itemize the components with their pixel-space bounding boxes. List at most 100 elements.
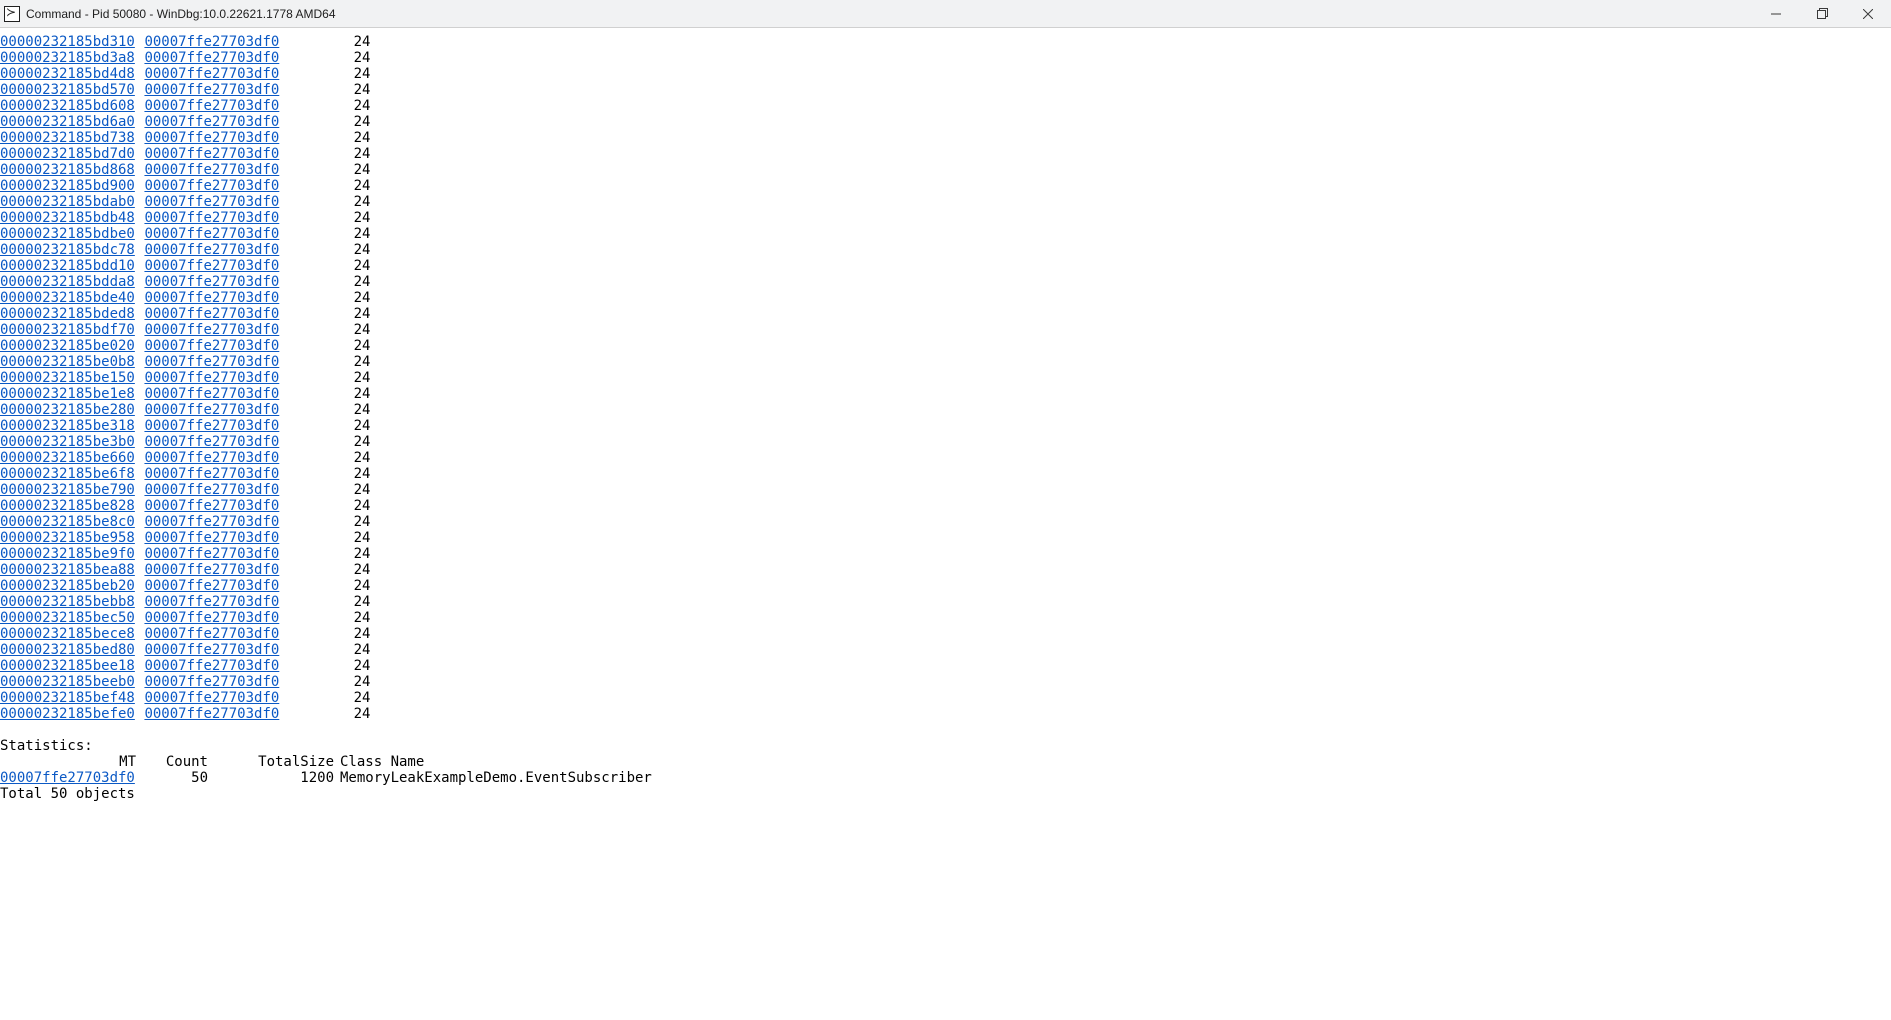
object-address-link[interactable]: 00000232185bd3a8 [0, 50, 136, 66]
object-address-link[interactable]: 00000232185bde40 [0, 290, 136, 306]
object-address-link[interactable]: 00000232185beeb0 [0, 674, 136, 690]
object-address-link[interactable]: 00000232185bdbe0 [0, 226, 136, 242]
close-button[interactable] [1845, 0, 1891, 27]
method-table-link[interactable]: 00007ffe27703df0 [144, 418, 280, 434]
object-address-link[interactable]: 00000232185bdda8 [0, 274, 136, 290]
object-address-link[interactable]: 00000232185be150 [0, 370, 136, 386]
method-table-link[interactable]: 00007ffe27703df0 [144, 402, 280, 418]
object-address-link[interactable]: 00000232185be1e8 [0, 386, 136, 402]
object-address-link[interactable]: 00000232185bd570 [0, 82, 136, 98]
method-table-link[interactable]: 00007ffe27703df0 [144, 130, 280, 146]
object-address-link[interactable]: 00000232185be0b8 [0, 354, 136, 370]
method-table-link[interactable]: 00007ffe27703df0 [144, 338, 280, 354]
method-table-link[interactable]: 00007ffe27703df0 [144, 610, 280, 626]
method-table-link[interactable]: 00007ffe27703df0 [144, 178, 280, 194]
blank-line [0, 722, 1891, 738]
object-address-link[interactable]: 00000232185bd310 [0, 34, 136, 50]
method-table-link[interactable]: 00007ffe27703df0 [144, 34, 280, 50]
object-address-link[interactable]: 00000232185bdab0 [0, 194, 136, 210]
method-table-link[interactable]: 00007ffe27703df0 [144, 98, 280, 114]
method-table-link[interactable]: 00007ffe27703df0 [144, 626, 280, 642]
method-table-link[interactable]: 00007ffe27703df0 [144, 258, 280, 274]
method-table-link[interactable]: 00007ffe27703df0 [144, 322, 280, 338]
object-row: 00000232185bded8 00007ffe27703df024 [0, 306, 1891, 322]
method-table-link[interactable]: 00007ffe27703df0 [144, 530, 280, 546]
object-address-link[interactable]: 00000232185bd738 [0, 130, 136, 146]
object-address-link[interactable]: 00000232185bece8 [0, 626, 136, 642]
maximize-button[interactable] [1799, 0, 1845, 27]
method-table-link[interactable]: 00007ffe27703df0 [144, 370, 280, 386]
object-address-link[interactable]: 00000232185be8c0 [0, 514, 136, 530]
object-size: 24 [280, 610, 370, 626]
method-table-link[interactable]: 00007ffe27703df0 [144, 354, 280, 370]
object-address-link[interactable]: 00000232185bebb8 [0, 594, 136, 610]
object-address-link[interactable]: 00000232185bdd10 [0, 258, 136, 274]
method-table-link[interactable]: 00007ffe27703df0 [144, 242, 280, 258]
method-table-link[interactable]: 00007ffe27703df0 [144, 162, 280, 178]
method-table-link[interactable]: 00007ffe27703df0 [144, 306, 280, 322]
object-address-link[interactable]: 00000232185bd4d8 [0, 66, 136, 82]
object-address-link[interactable]: 00000232185be828 [0, 498, 136, 514]
object-address-link[interactable]: 00000232185bd900 [0, 178, 136, 194]
method-table-link[interactable]: 00007ffe27703df0 [144, 498, 280, 514]
object-address-link[interactable]: 00000232185bd7d0 [0, 146, 136, 162]
object-address-link[interactable]: 00000232185be3b0 [0, 434, 136, 450]
object-address-link[interactable]: 00000232185be660 [0, 450, 136, 466]
method-table-link[interactable]: 00007ffe27703df0 [144, 546, 280, 562]
object-address-link[interactable]: 00000232185bed80 [0, 642, 136, 658]
method-table-link[interactable]: 00007ffe27703df0 [144, 674, 280, 690]
object-address-link[interactable]: 00000232185bdf70 [0, 322, 136, 338]
object-size: 24 [280, 370, 370, 386]
object-address-link[interactable]: 00000232185bee18 [0, 658, 136, 674]
object-address-link[interactable]: 00000232185bd868 [0, 162, 136, 178]
method-table-link[interactable]: 00007ffe27703df0 [144, 210, 280, 226]
method-table-link[interactable]: 00007ffe27703df0 [144, 578, 280, 594]
method-table-link[interactable]: 00007ffe27703df0 [144, 274, 280, 290]
method-table-link[interactable]: 00007ffe27703df0 [144, 450, 280, 466]
object-address-link[interactable]: 00000232185be790 [0, 482, 136, 498]
method-table-link[interactable]: 00007ffe27703df0 [144, 386, 280, 402]
object-address-link[interactable]: 00000232185bec50 [0, 610, 136, 626]
object-address-link[interactable]: 00000232185bea88 [0, 562, 136, 578]
method-table-link[interactable]: 00007ffe27703df0 [144, 226, 280, 242]
object-row: 00000232185be8c0 00007ffe27703df024 [0, 514, 1891, 530]
method-table-link[interactable]: 00007ffe27703df0 [144, 194, 280, 210]
method-table-link[interactable]: 00007ffe27703df0 [144, 146, 280, 162]
object-address-link[interactable]: 00000232185bef48 [0, 690, 136, 706]
method-table-link[interactable]: 00007ffe27703df0 [144, 706, 280, 722]
object-address-link[interactable]: 00000232185bdb48 [0, 210, 136, 226]
method-table-link[interactable]: 00007ffe27703df0 [144, 642, 280, 658]
method-table-link[interactable]: 00007ffe27703df0 [144, 434, 280, 450]
method-table-link[interactable]: 00007ffe27703df0 [144, 690, 280, 706]
method-table-link[interactable]: 00007ffe27703df0 [144, 594, 280, 610]
method-table-link[interactable]: 00007ffe27703df0 [144, 562, 280, 578]
object-address-link[interactable]: 00000232185beb20 [0, 578, 136, 594]
minimize-button[interactable] [1753, 0, 1799, 27]
object-address-link[interactable]: 00000232185be6f8 [0, 466, 136, 482]
command-output[interactable]: 00000232185bd310 00007ffe27703df02400000… [0, 28, 1891, 802]
method-table-link[interactable]: 00007ffe27703df0 [144, 658, 280, 674]
object-address-link[interactable]: 00000232185bdc78 [0, 242, 136, 258]
method-table-link[interactable]: 00007ffe27703df0 [144, 482, 280, 498]
method-table-link[interactable]: 00007ffe27703df0 [144, 514, 280, 530]
object-address-link[interactable]: 00000232185be9f0 [0, 546, 136, 562]
object-address-link[interactable]: 00000232185be020 [0, 338, 136, 354]
method-table-link[interactable]: 00007ffe27703df0 [144, 466, 280, 482]
object-address-link[interactable]: 00000232185bd608 [0, 98, 136, 114]
object-size: 24 [280, 194, 370, 210]
object-address-link[interactable]: 00000232185be280 [0, 402, 136, 418]
object-address-link[interactable]: 00000232185bded8 [0, 306, 136, 322]
object-address-link[interactable]: 00000232185be318 [0, 418, 136, 434]
window-title: Command - Pid 50080 - WinDbg:10.0.22621.… [26, 7, 336, 21]
stats-mt-link[interactable]: 00007ffe27703df0 [0, 770, 136, 786]
object-address-link[interactable]: 00000232185befe0 [0, 706, 136, 722]
object-address-link[interactable]: 00000232185be958 [0, 530, 136, 546]
method-table-link[interactable]: 00007ffe27703df0 [144, 66, 280, 82]
method-table-link[interactable]: 00007ffe27703df0 [144, 50, 280, 66]
method-table-link[interactable]: 00007ffe27703df0 [144, 114, 280, 130]
method-table-link[interactable]: 00007ffe27703df0 [144, 82, 280, 98]
object-address-link[interactable]: 00000232185bd6a0 [0, 114, 136, 130]
object-size: 24 [280, 674, 370, 690]
method-table-link[interactable]: 00007ffe27703df0 [144, 290, 280, 306]
object-row: 00000232185bd3a8 00007ffe27703df024 [0, 50, 1891, 66]
